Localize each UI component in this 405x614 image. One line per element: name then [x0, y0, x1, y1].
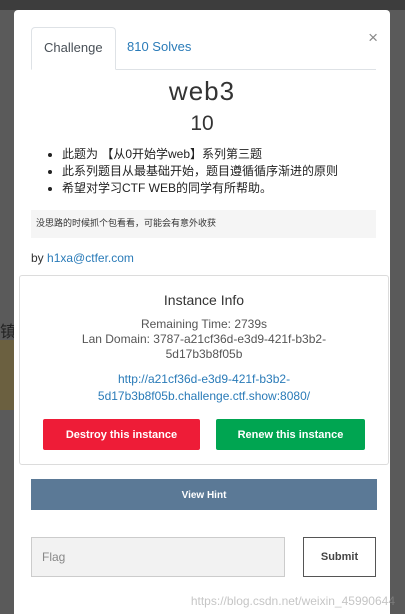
view-hint-button[interactable]: View Hint — [31, 479, 377, 510]
tab-solves[interactable]: 810 Solves — [115, 27, 203, 69]
destroy-instance-button[interactable]: Destroy this instance — [43, 419, 200, 450]
renew-instance-button[interactable]: Renew this instance — [216, 419, 365, 450]
backdrop-top-bar — [0, 0, 405, 10]
author-prefix: by — [31, 251, 44, 265]
description-item: 此系列题目从最基础开始，题目遵循循序渐进的原则 — [62, 163, 338, 180]
instance-url-line: 5d17b3b8f05b.challenge.ctf.show:8080/ — [97, 389, 311, 403]
remaining-time: Remaining Time: 2739s — [140, 317, 268, 331]
lan-domain: Lan Domain: 3787-a21cf36d-e3d9-421f-b3b2… — [81, 332, 327, 346]
instance-title: Instance Info — [163, 292, 245, 308]
description-item: 希望对学习CTF WEB的同学有所帮助。 — [62, 180, 338, 197]
backdrop-band — [0, 340, 14, 410]
flag-input[interactable] — [31, 537, 285, 577]
hint-code-block: 没思路的时候抓个包看看，可能会有意外收获 — [31, 210, 376, 238]
challenge-points: 10 — [190, 112, 214, 135]
watermark: https://blog.csdn.net/weixin_45990644 — [190, 594, 395, 608]
author-email-link[interactable]: h1xa@ctfer.com — [47, 251, 134, 265]
tab-challenge[interactable]: Challenge — [31, 27, 116, 70]
challenge-description: 此题为 【从0开始学web】系列第三题 此系列题目从最基础开始，题目遵循循序渐进… — [48, 146, 338, 197]
challenge-modal: Challenge 810 Solves × web3 10 此题为 【从0开始… — [14, 10, 390, 614]
instance-url-link[interactable]: http://a21cf36d-e3d9-421f-b3b2- 5d17b3b8… — [20, 371, 388, 405]
author-line: by h1xa@ctfer.com — [31, 251, 134, 265]
challenge-title: web3 — [168, 76, 236, 106]
close-icon[interactable]: × — [368, 28, 378, 48]
instance-info-panel: Instance Info Remaining Time: 2739s Lan … — [19, 275, 389, 465]
instance-url-line: http://a21cf36d-e3d9-421f-b3b2- — [117, 372, 291, 386]
modal-tabs: Challenge 810 Solves — [31, 27, 376, 70]
description-item: 此题为 【从0开始学web】系列第三题 — [62, 146, 338, 163]
lan-domain-cont: 5d17b3b8f05b — [165, 347, 243, 361]
submit-button[interactable]: Submit — [303, 537, 376, 577]
